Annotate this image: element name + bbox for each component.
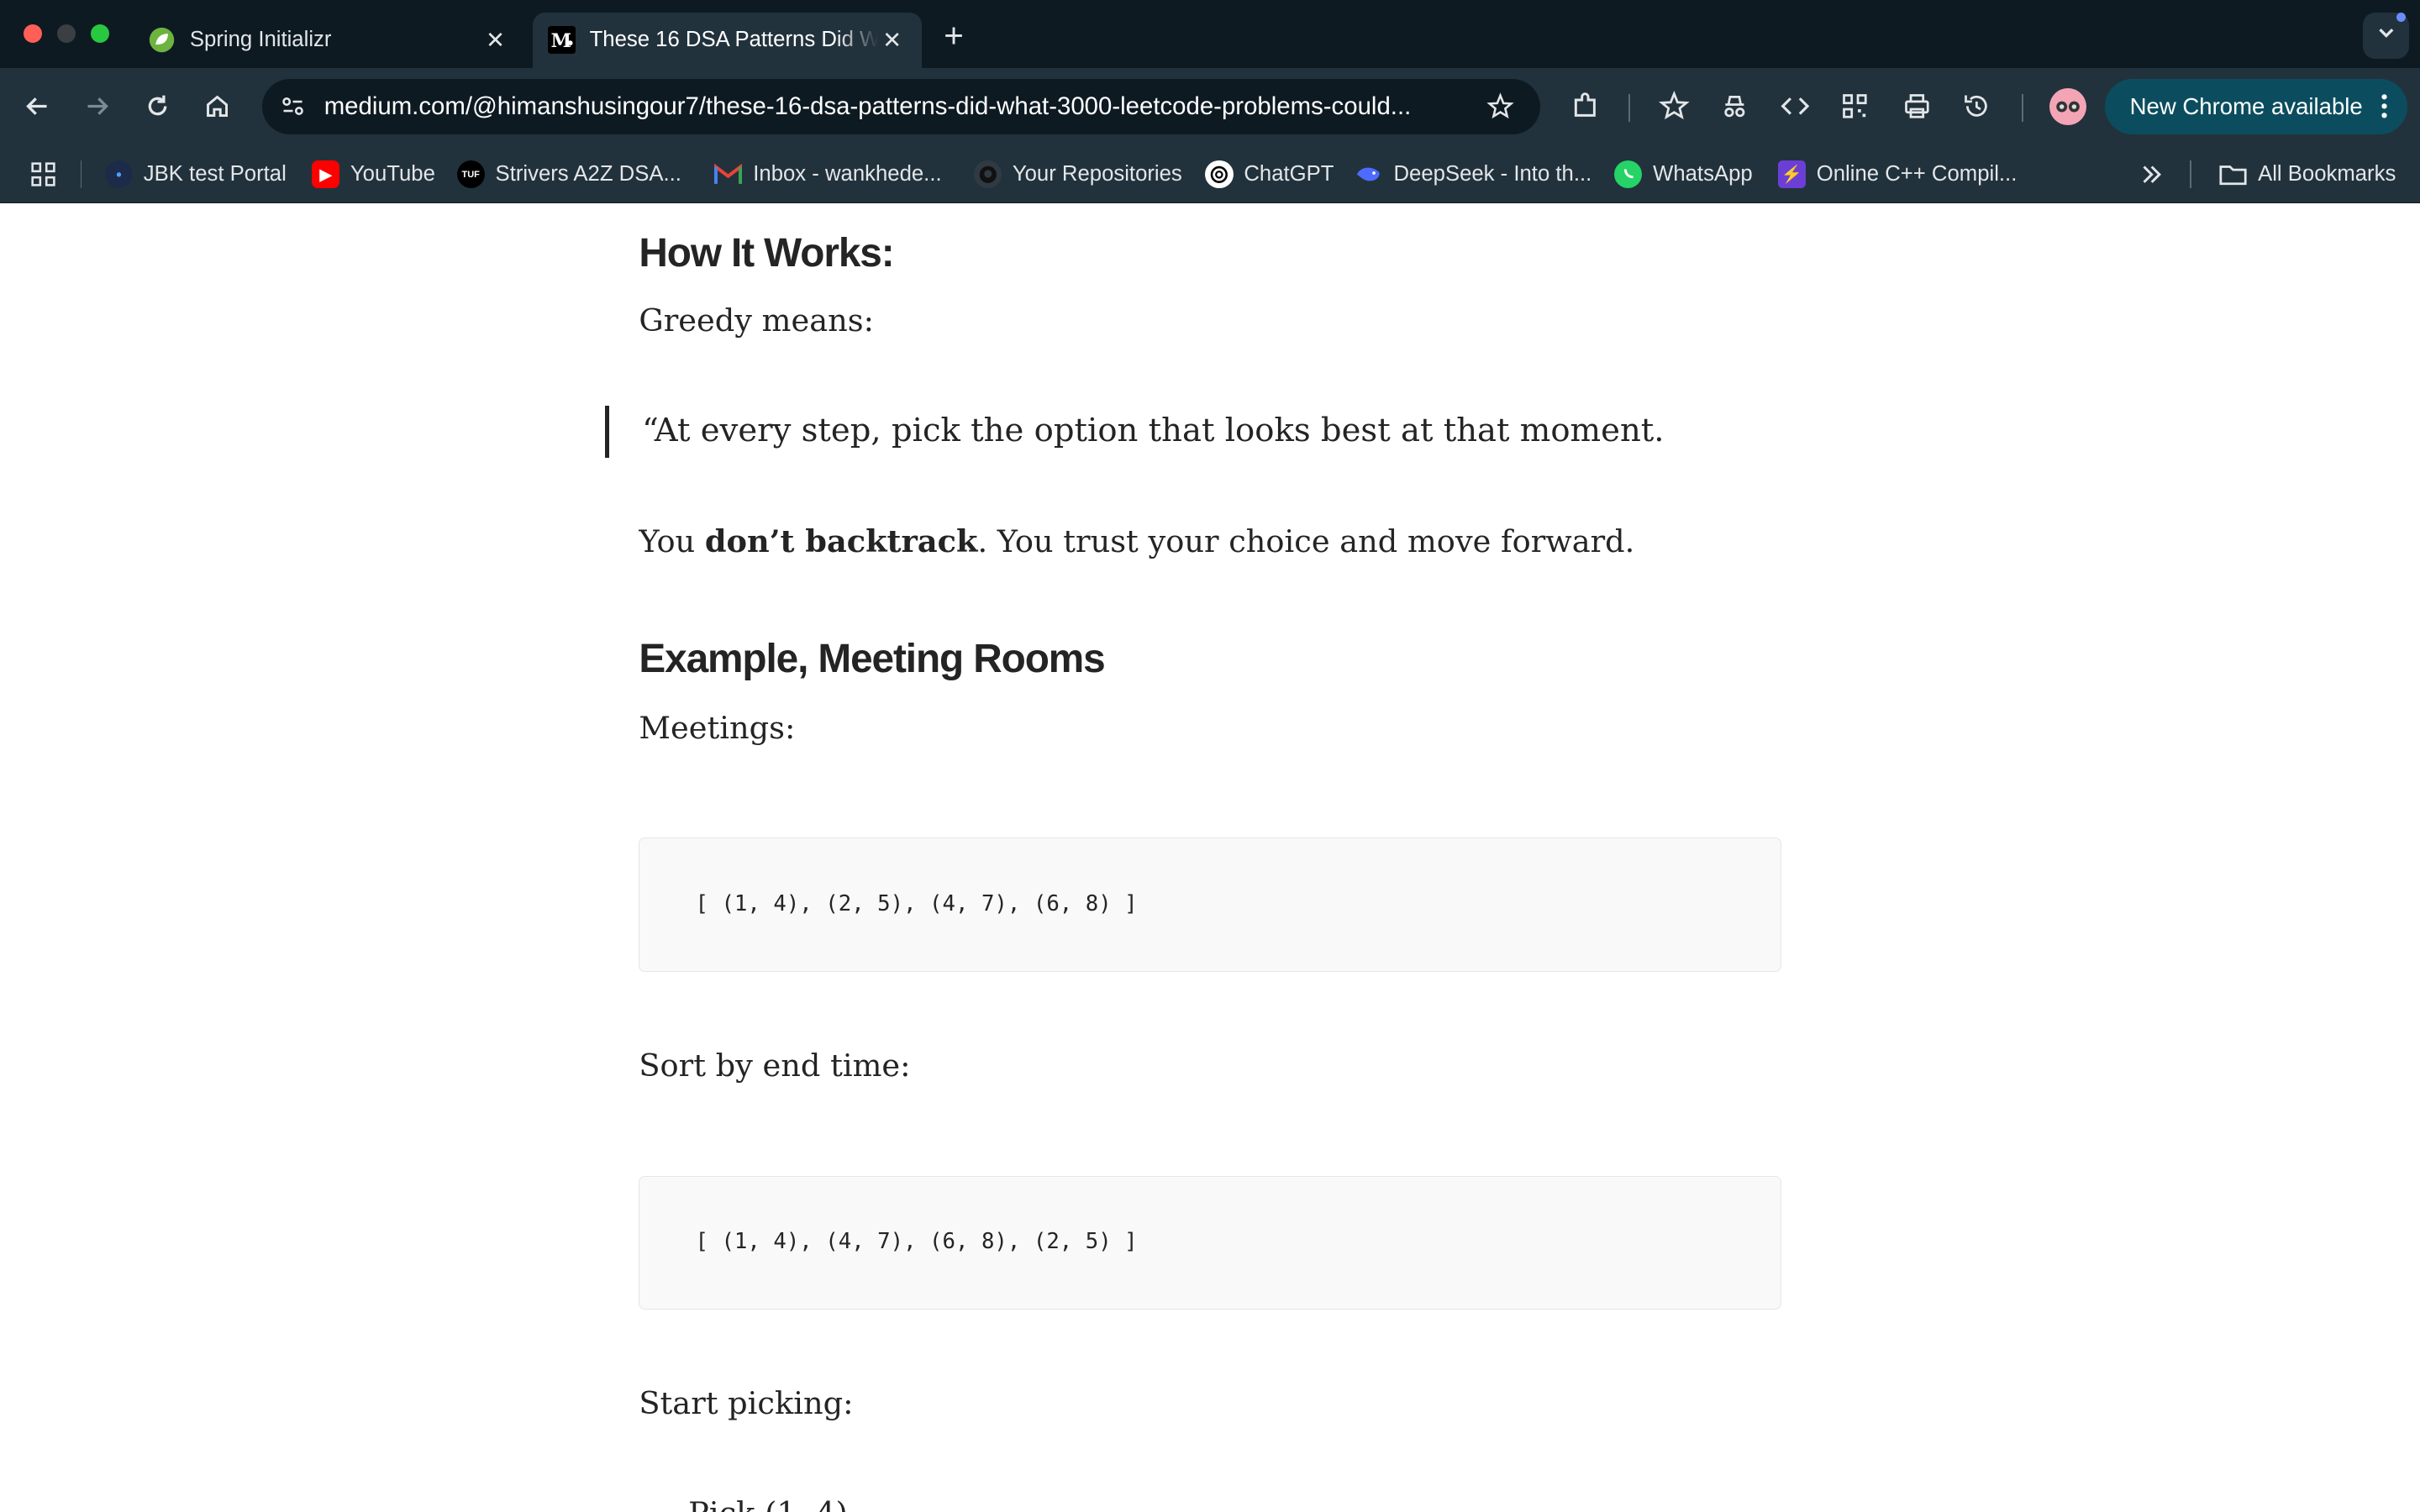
list-item-pick: Pick (1, 4)	[688, 1495, 848, 1512]
gmail-icon	[714, 160, 743, 188]
github-icon	[973, 160, 1002, 189]
tab-search-button[interactable]	[2362, 12, 2410, 59]
bookmark-label: Online C++ Compil...	[1816, 162, 2018, 186]
reload-icon[interactable]	[139, 88, 176, 125]
update-label: New Chrome available	[2129, 92, 2363, 119]
profile-avatar[interactable]	[2049, 87, 2087, 125]
forward-arrow-icon[interactable]	[79, 88, 116, 125]
svg-text:M: M	[551, 30, 571, 52]
chatgpt-icon	[1205, 160, 1234, 189]
blockquote-text: “At every step, pick the option that loo…	[642, 412, 1665, 450]
youtube-icon: ▶	[312, 160, 340, 189]
paragraph-start-picking: Start picking:	[639, 1385, 854, 1422]
toolbar-divider	[2022, 94, 2023, 123]
tab-strip: Spring Initializr ✕ M These 16 DSA Patte…	[0, 0, 2420, 68]
code-block-meetings: [ (1, 4), (2, 5), (4, 7), (6, 8) ]	[639, 837, 1781, 973]
tab-medium-article[interactable]: M These 16 DSA Patterns Did What 3000 Le…	[532, 12, 922, 68]
folder-icon	[2219, 160, 2247, 188]
bookmark-whatsapp[interactable]: WhatsApp	[1614, 159, 1753, 190]
bookmark-label: WhatsApp	[1653, 162, 1753, 186]
bookmark-label: ChatGPT	[1244, 162, 1334, 186]
spring-leaf-icon	[148, 26, 176, 54]
bookmarks-bar: • JBK test Portal ▶ YouTube TUF Strivers…	[0, 144, 2420, 204]
bookmark-youtube[interactable]: ▶ YouTube	[312, 159, 435, 190]
home-icon[interactable]	[199, 88, 236, 125]
browser-toolbar: medium.com/@himanshusingour7/these-16-ds…	[0, 67, 2420, 145]
paragraph-text: You	[639, 522, 705, 559]
chevron-double-right-icon[interactable]	[2139, 159, 2164, 190]
window-close-button[interactable]	[23, 24, 42, 44]
whatsapp-icon	[1614, 160, 1643, 189]
bookmark-label: Strivers A2Z DSA...	[495, 162, 681, 186]
bookmark-github-repositories[interactable]: Your Repositories	[973, 159, 1182, 190]
deepseek-icon	[1355, 160, 1383, 188]
paragraph-dont-backtrack: You don’t backtrack. You trust your choi…	[639, 523, 1634, 559]
toolbar-divider	[1628, 94, 1630, 123]
bookmark-label: YouTube	[350, 162, 435, 186]
paragraph-greedy-means: Greedy means:	[639, 302, 874, 339]
tuf-icon: TUF	[456, 160, 485, 189]
close-icon[interactable]: ✕	[878, 26, 906, 54]
jbk-icon: •	[104, 160, 133, 189]
compiler-icon: ⚡	[1777, 160, 1806, 189]
bold-text: don’t backtrack	[704, 522, 978, 559]
star-icon[interactable]	[1481, 88, 1518, 125]
bookmarks-divider	[80, 160, 82, 189]
heading-how-it-works: How It Works:	[639, 230, 894, 276]
window-maximize-button[interactable]	[91, 24, 110, 44]
paragraph-text: . You trust your choice and move forward…	[977, 522, 1635, 559]
bookmark-label: All Bookmarks	[2258, 162, 2396, 186]
article-page: How It Works: Greedy means: “At every st…	[0, 205, 2420, 1512]
code-text: [ (1, 4), (2, 5), (4, 7), (6, 8) ]	[695, 890, 1138, 916]
code-block-sorted: [ (1, 4), (4, 7), (6, 8), (2, 5) ]	[639, 1175, 1781, 1310]
bookmark-star-icon[interactable]	[1656, 88, 1693, 125]
notification-dot	[2396, 12, 2407, 22]
chevron-down-icon	[2375, 21, 2397, 50]
new-tab-button[interactable]: +	[935, 18, 972, 55]
url-text[interactable]: medium.com/@himanshusingour7/these-16-ds…	[324, 92, 1466, 121]
address-bar[interactable]: medium.com/@himanshusingour7/these-16-ds…	[262, 78, 1541, 134]
more-vertical-icon[interactable]	[2380, 91, 2389, 128]
bookmark-strivers-a2z[interactable]: TUF Strivers A2Z DSA...	[456, 159, 681, 190]
paragraph-sort-by-end-time: Sort by end time:	[639, 1047, 911, 1084]
print-icon[interactable]	[1898, 88, 1935, 125]
bookmarks-divider	[2190, 160, 2192, 189]
code-text: [ (1, 4), (4, 7), (6, 8), (2, 5) ]	[695, 1228, 1138, 1254]
bookmark-chatgpt[interactable]: ChatGPT	[1205, 159, 1334, 190]
bookmark-label: DeepSeek - Into th...	[1393, 162, 1592, 186]
new-chrome-available-button[interactable]: New Chrome available	[2105, 78, 2408, 134]
apps-grid-icon[interactable]	[29, 159, 57, 190]
history-icon[interactable]	[1959, 88, 1996, 125]
heading-example-meeting-rooms: Example, Meeting Rooms	[639, 636, 1105, 681]
all-bookmarks-button[interactable]: All Bookmarks	[2219, 159, 2396, 190]
blockquote-bar	[604, 406, 610, 459]
tab-title: Spring Initializr	[189, 28, 332, 52]
back-arrow-icon[interactable]	[18, 88, 55, 125]
site-settings-icon[interactable]	[275, 88, 312, 125]
incognito-icon[interactable]	[1716, 88, 1753, 125]
bookmark-label: Your Repositories	[1012, 162, 1182, 186]
tab-spring-initializr[interactable]: Spring Initializr ✕	[133, 13, 525, 68]
bookmark-deepseek[interactable]: DeepSeek - Into th...	[1355, 159, 1592, 190]
bookmark-online-cpp-compiler[interactable]: ⚡ Online C++ Compil...	[1777, 159, 2018, 190]
paragraph-meetings: Meetings:	[639, 709, 796, 746]
extensions-icon[interactable]	[1566, 88, 1603, 125]
bookmark-jbk-test-portal[interactable]: • JBK test Portal	[104, 159, 287, 190]
code-icon[interactable]	[1776, 88, 1813, 125]
tab-title: These 16 DSA Patterns Did What 3000 Leet…	[589, 28, 879, 52]
qr-code-icon[interactable]	[1837, 88, 1874, 125]
medium-logo-icon: M	[548, 26, 576, 55]
bookmark-label: Inbox - wankhede...	[753, 162, 942, 186]
close-icon[interactable]: ✕	[481, 26, 509, 54]
bookmark-label: JBK test Portal	[143, 162, 287, 186]
window-minimize-button[interactable]	[56, 24, 76, 44]
bookmark-gmail-inbox[interactable]: Inbox - wankhede...	[714, 159, 942, 190]
